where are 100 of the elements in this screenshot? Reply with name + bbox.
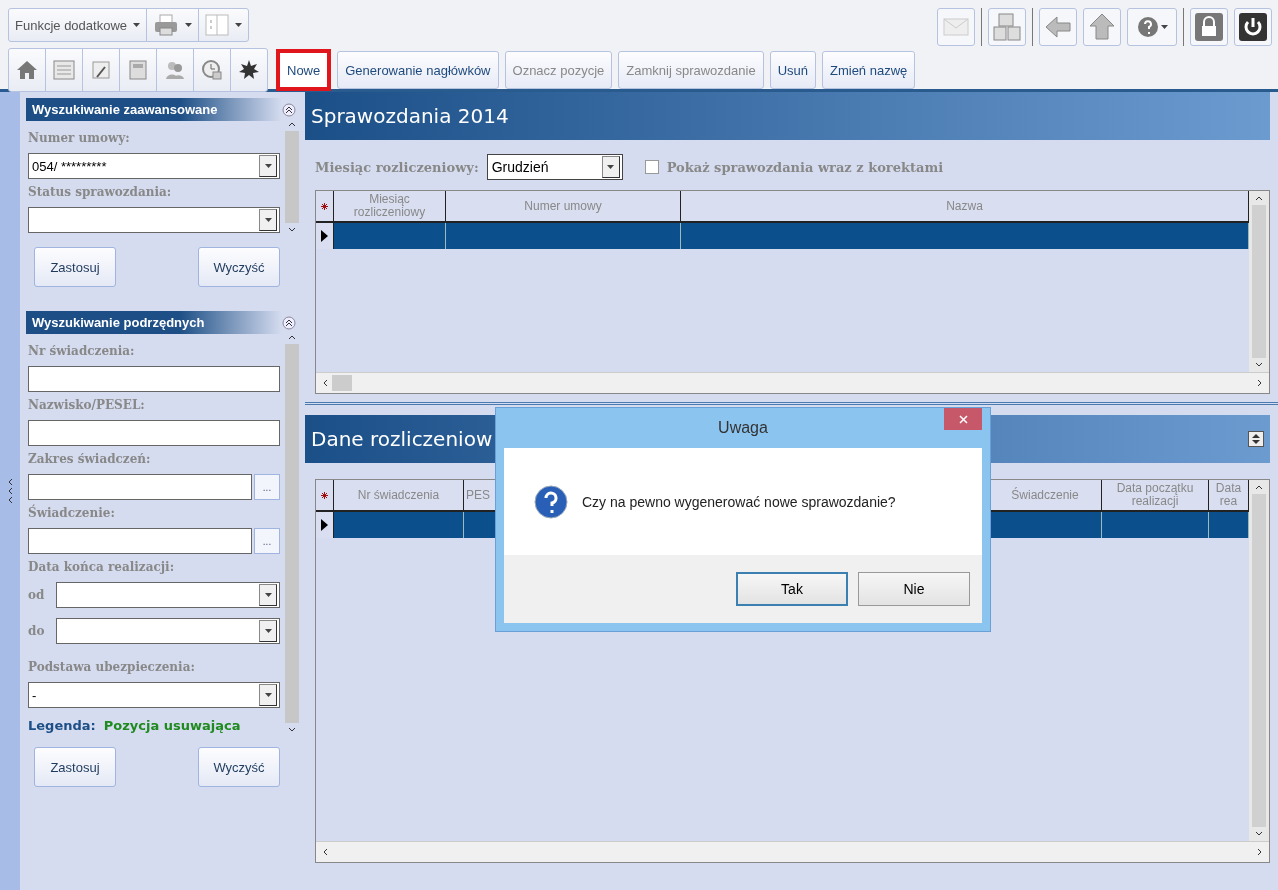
asterisk-icon (321, 491, 328, 499)
dropdown-arrow-icon (264, 218, 272, 222)
toolbar-button[interactable]: Zmień nazwę (822, 51, 916, 89)
dropdown-arrow-icon (264, 593, 272, 597)
input-field[interactable] (28, 474, 252, 500)
lock-button[interactable] (1190, 8, 1228, 46)
power-button[interactable] (1234, 8, 1272, 46)
power-icon (1238, 12, 1268, 42)
input-field[interactable] (28, 366, 280, 392)
scroll-right-icon[interactable] (1257, 379, 1263, 387)
columns-icon (205, 14, 229, 36)
scroll-up-icon[interactable] (288, 334, 296, 340)
close-icon (958, 414, 968, 424)
scroll-up-icon[interactable] (1255, 195, 1263, 201)
field-label: Nazwisko/PESEL: (28, 398, 146, 412)
scrollbar[interactable] (284, 334, 300, 733)
checkbox-label: Pokaż sprawozdania wraz z korektami (666, 159, 944, 175)
help-icon (1136, 16, 1159, 38)
dropdown-arrow-icon (264, 693, 272, 697)
dialog-button[interactable]: Nie (858, 572, 970, 606)
field-label: Data końca realizacji: (28, 560, 176, 574)
question-icon (534, 484, 568, 519)
table-cell (1209, 512, 1249, 539)
checkbox[interactable] (644, 160, 659, 174)
envelope-icon (943, 18, 969, 36)
field-value: 054/ ********* (32, 158, 107, 174)
dialog-button[interactable]: Tak (736, 572, 848, 606)
windows-icon (992, 12, 1022, 42)
panel-button[interactable]: Zastosuj (34, 747, 116, 787)
list-window-icon (51, 57, 77, 83)
dropdown-arrow-icon (264, 164, 272, 168)
caret-icon (1160, 25, 1168, 29)
row-pointer-icon (321, 519, 328, 532)
toolbar-button[interactable]: Nowe (276, 49, 332, 91)
caret-icon (133, 23, 140, 27)
selected-row[interactable] (316, 223, 1249, 250)
horizontal-scrollbar[interactable] (316, 841, 1269, 862)
asterisk-icon (321, 202, 328, 210)
dropdown-field[interactable]: - (28, 682, 280, 708)
scroll-down-icon[interactable] (1255, 831, 1263, 837)
range-prefix: od (28, 588, 46, 602)
input-field[interactable] (28, 528, 252, 554)
caret-icon (235, 23, 242, 27)
scrollbar[interactable] (284, 121, 300, 233)
scroll-left-icon[interactable] (322, 379, 328, 387)
scroll-down-icon[interactable] (288, 227, 296, 233)
clock-calendar-icon (199, 57, 225, 83)
dropdown-arrow-icon (607, 165, 615, 169)
legend-value: Pozycja usuwająca (103, 718, 241, 733)
left-arrow-icon (1044, 15, 1072, 39)
expand-icon[interactable] (1248, 431, 1264, 447)
horizontal-scrollbar[interactable] (316, 372, 1269, 393)
collapse-icon[interactable] (282, 315, 296, 330)
additional-functions-menu[interactable]: Funkcje dodatkowe (9, 9, 147, 41)
printer-icon (153, 13, 179, 37)
vertical-scrollbar[interactable] (1249, 480, 1269, 841)
scroll-left-icon[interactable] (322, 848, 328, 856)
field-label: Status sprawozdania: (28, 185, 173, 199)
browse-button[interactable]: ... (254, 474, 280, 500)
vertical-scrollbar[interactable] (1249, 191, 1269, 372)
help-button[interactable] (1127, 8, 1177, 46)
scroll-down-icon[interactable] (288, 727, 296, 733)
panel-button[interactable]: Zastosuj (34, 247, 116, 287)
toolbar-button[interactable]: Generowanie nagłówków (337, 51, 499, 89)
month-dropdown[interactable]: Grudzień (486, 154, 623, 180)
scroll-down-icon[interactable] (1255, 362, 1263, 368)
collapse-icon[interactable] (282, 102, 296, 117)
browse-button[interactable]: ... (254, 528, 280, 554)
panel-button[interactable]: Wyczyść (198, 247, 280, 287)
dropdown-arrow-icon (264, 629, 272, 633)
field-label: Zakres świadczeń: (28, 452, 152, 466)
legend-label: Legenda: (28, 718, 96, 733)
scroll-up-icon[interactable] (288, 121, 296, 127)
dialog-message: Czy na pewno wygenerować nowe sprawozdanie? (582, 493, 896, 510)
padlock-icon (1194, 12, 1224, 42)
dropdown-field[interactable] (56, 582, 280, 608)
scroll-right-icon[interactable] (1257, 848, 1263, 856)
field-label: Nr świadczenia: (28, 344, 136, 358)
scroll-thumb[interactable] (332, 375, 352, 391)
close-button[interactable] (944, 408, 982, 430)
input-field[interactable] (28, 420, 280, 446)
caret-icon (185, 23, 192, 27)
dropdown-field[interactable] (28, 207, 280, 233)
row-pointer-icon (321, 230, 328, 243)
panel-button[interactable]: Wyczyść (198, 747, 280, 787)
scroll-up-icon[interactable] (1255, 484, 1263, 490)
field-value: - (32, 687, 37, 703)
field-label: Podstawa ubezpieczenia: (28, 660, 196, 674)
field-label: Numer umowy: (28, 131, 131, 145)
panel-title: Wyszukiwanie podrzędnych (26, 311, 282, 334)
dropdown-field[interactable]: 054/ ********* (28, 153, 280, 179)
up-arrow-icon (1089, 13, 1115, 41)
filter-label: Miesiąc rozliczeniowy: (315, 159, 479, 175)
toolbar-button[interactable]: Usuń (769, 51, 816, 89)
dropdown-field[interactable] (56, 618, 280, 644)
dialog-title: Uwaga (718, 419, 768, 437)
panel-title: Wyszukiwanie zaawansowane (26, 98, 282, 121)
section-title: Sprawozdania 2014 (305, 92, 1270, 140)
range-prefix: do (28, 624, 46, 638)
field-label: Świadczenie: (28, 506, 116, 520)
